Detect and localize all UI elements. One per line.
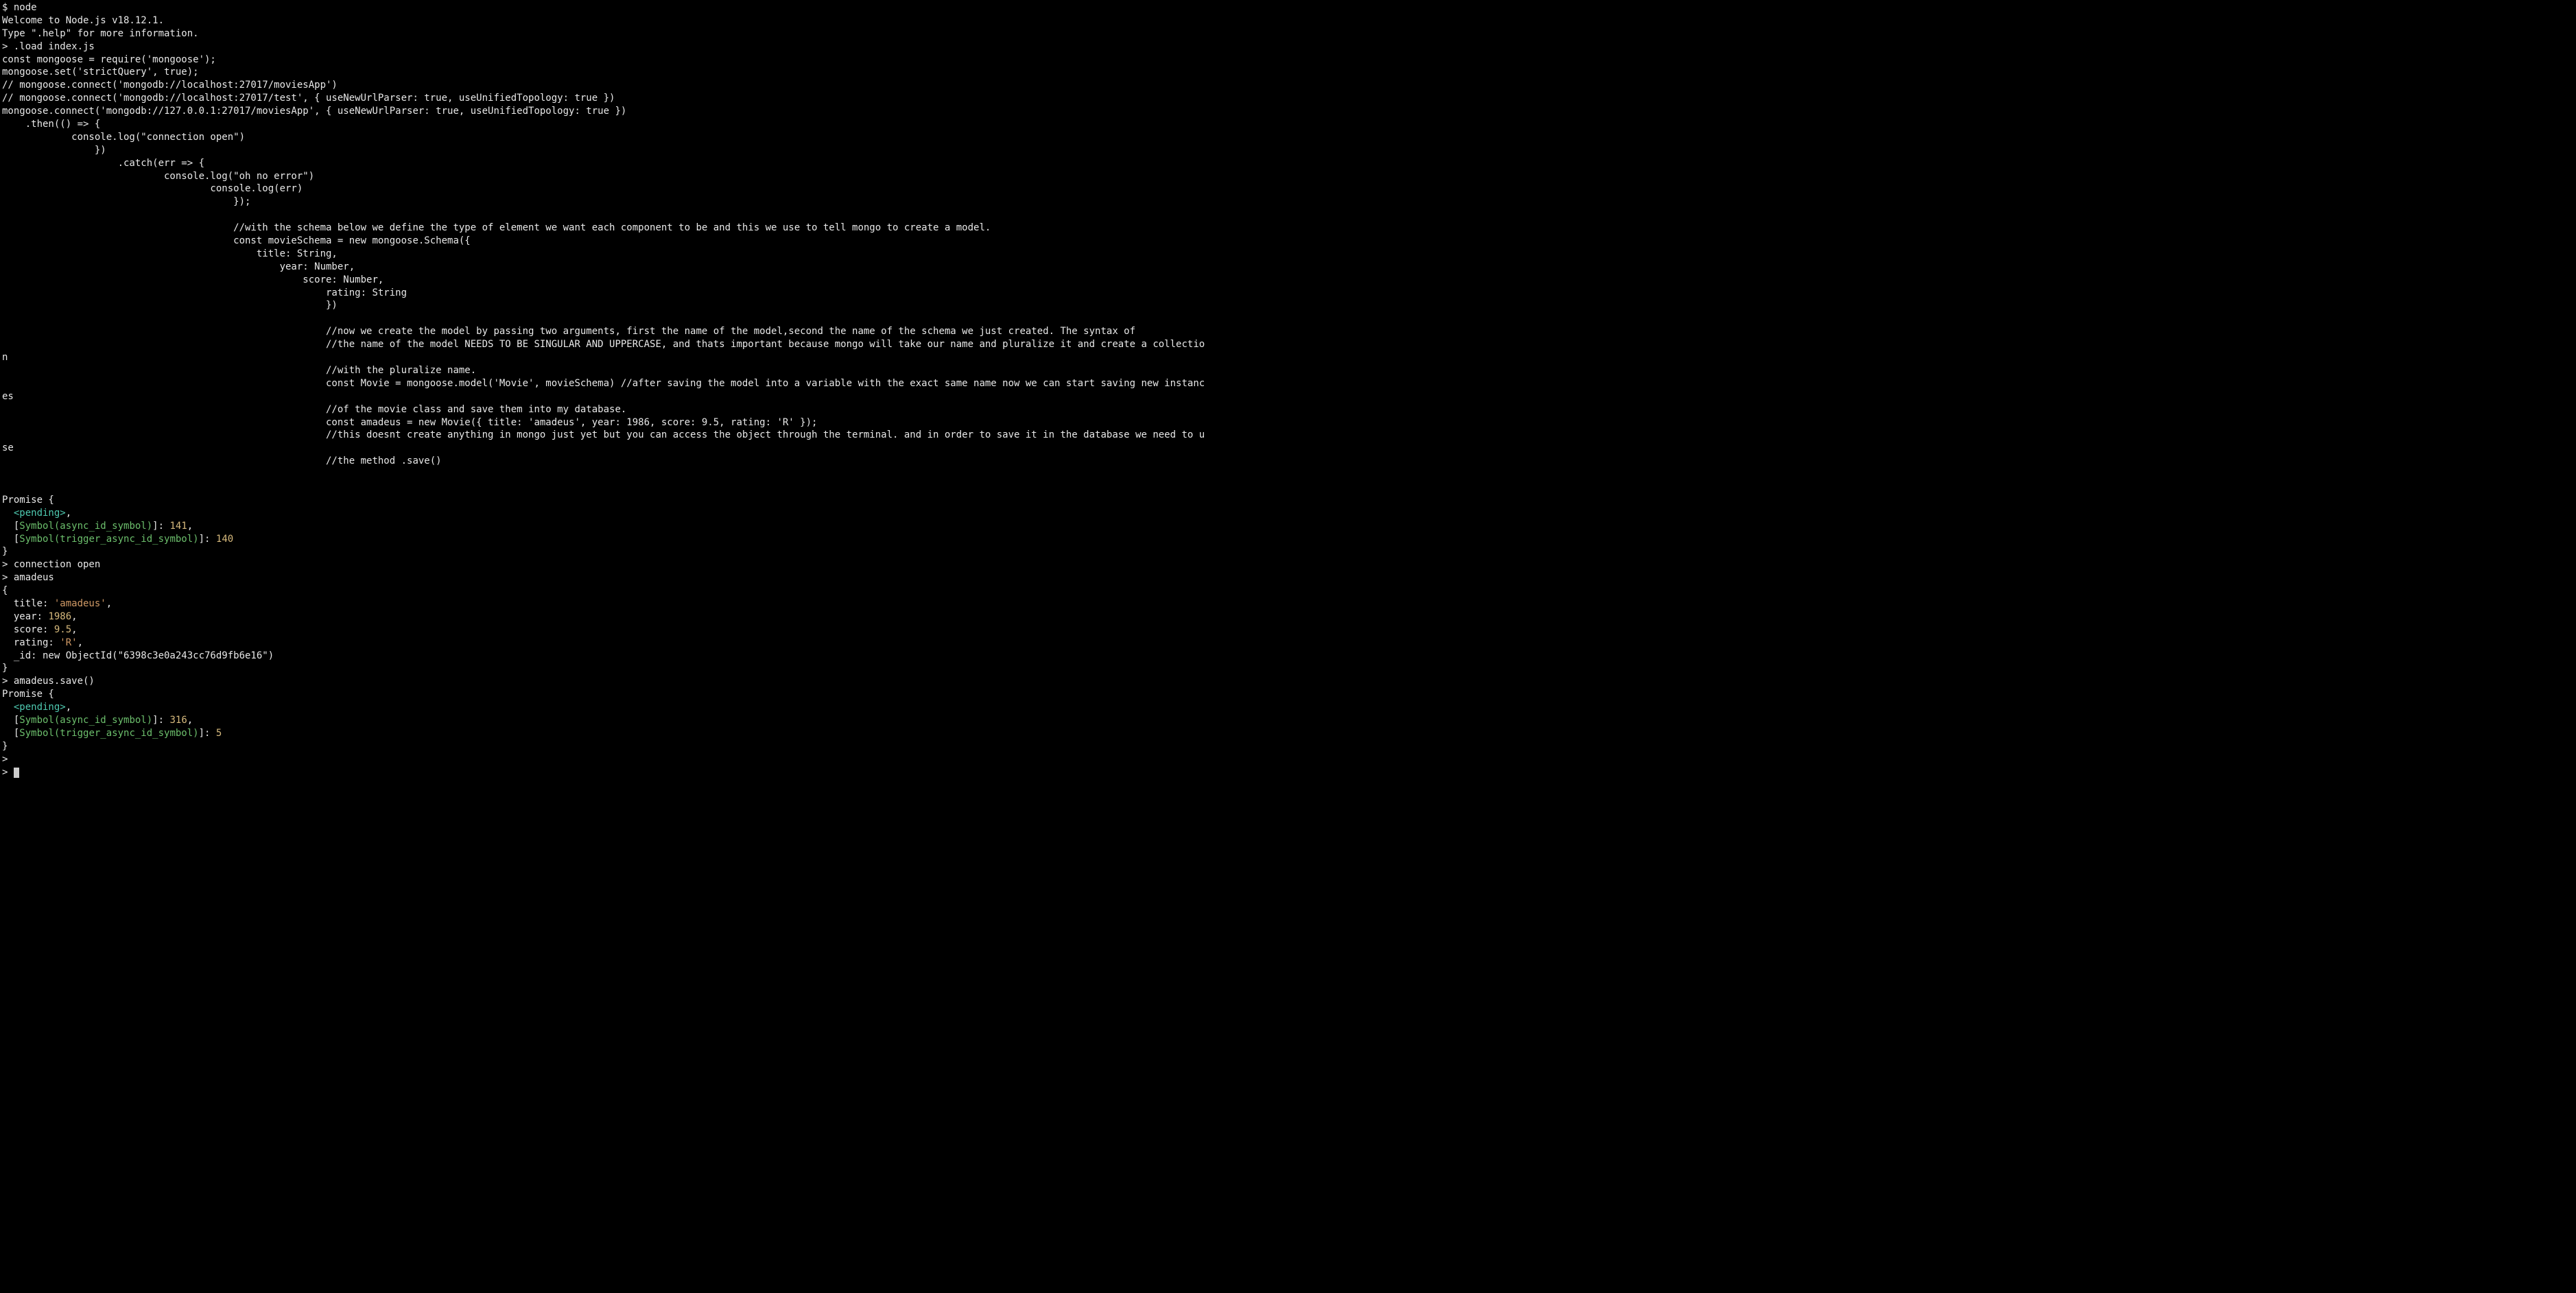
code-line: .catch(err => { (2, 158, 204, 169)
promise-pending: <pending> (2, 702, 66, 713)
promise-symbol-line: [Symbol(async_id_symbol)]: 316, (2, 715, 193, 726)
object-prop-line: _id: new ObjectId("6398c3e0a243cc76d9fb6… (2, 650, 274, 661)
string-value: 'amadeus' (54, 598, 106, 609)
repl-input: > amadeus (2, 572, 54, 583)
code-line: const mongoose = require('mongoose'); (2, 54, 216, 65)
code-line: //now we create the model by passing two… (2, 326, 1135, 337)
object-prop-line: rating: 'R', (2, 637, 83, 648)
prop-key: rating: (2, 637, 60, 648)
code-line: es (2, 391, 14, 402)
prop-key: title: (2, 598, 54, 609)
code-line: // mongoose.connect('mongodb://localhost… (2, 93, 615, 104)
shell-prompt-line: $ node (2, 2, 37, 13)
text: ]: (152, 521, 169, 532)
code-line: title: String, (2, 248, 338, 259)
code-line: const movieSchema = new mongoose.Schema(… (2, 235, 471, 246)
terminal[interactable]: $ node Welcome to Node.js v18.12.1. Type… (0, 0, 2576, 780)
code-line: //of the movie class and save them into … (2, 404, 626, 415)
number-value: 141 (169, 521, 187, 532)
object-prop-line: year: 1986, (2, 611, 78, 622)
number-value: 316 (169, 715, 187, 726)
code-line: console.log(err) (2, 183, 303, 194)
symbol-name: Symbol(trigger_async_id_symbol) (19, 728, 198, 739)
code-line: year: Number, (2, 261, 355, 272)
promise-header: Promise { (2, 495, 54, 506)
node-help-hint: Type ".help" for more information. (2, 28, 199, 39)
promise-pending: <pending> (2, 508, 66, 519)
code-line: console.log("oh no error") (2, 171, 314, 182)
node-welcome: Welcome to Node.js v18.12.1. (2, 15, 164, 26)
object-prop-line: score: 9.5, (2, 624, 78, 635)
code-line: }); (2, 196, 250, 207)
repl-input: > amadeus.save() (2, 676, 95, 687)
number-value: 9.5 (54, 624, 71, 635)
number-value: 140 (216, 534, 233, 545)
text: ]: (199, 534, 216, 545)
text: , (187, 715, 193, 726)
code-line: // mongoose.connect('mongodb://localhost… (2, 80, 338, 91)
code-line: mongoose.connect('mongodb://127.0.0.1:27… (2, 106, 626, 117)
code-line: const amadeus = new Movie({ title: 'amad… (2, 417, 817, 428)
promise-pending-line: <pending>, (2, 702, 71, 713)
text: , (66, 508, 71, 519)
code-line: //the name of the model NEEDS TO BE SING… (2, 339, 1205, 350)
code-line: //with the schema below we define the ty… (2, 222, 991, 233)
symbol-name: Symbol(trigger_async_id_symbol) (19, 534, 198, 545)
repl-load-command: > .load index.js (2, 41, 95, 52)
text: [ (2, 521, 19, 532)
text: , (187, 521, 193, 532)
promise-pending-line: <pending>, (2, 508, 71, 519)
repl-prompt-active[interactable]: > (2, 767, 19, 778)
code-line: mongoose.set('strictQuery', true); (2, 67, 199, 78)
prop-key: year: (2, 611, 48, 622)
symbol-name: Symbol(async_id_symbol) (19, 715, 152, 726)
text: [ (2, 534, 19, 545)
cursor-icon (14, 768, 19, 778)
text: ]: (199, 728, 216, 739)
promise-header: Promise { (2, 689, 54, 700)
promise-symbol-line: [Symbol(async_id_symbol)]: 141, (2, 521, 193, 532)
brace-open: { (2, 585, 8, 596)
code-line: }) (2, 300, 338, 311)
code-line: n (2, 352, 8, 363)
number-value: 5 (216, 728, 222, 739)
text: , (66, 702, 71, 713)
prompt-text: > (2, 767, 14, 778)
promise-symbol-line: [Symbol(trigger_async_id_symbol)]: 5 (2, 728, 222, 739)
prop-key: score: (2, 624, 54, 635)
string-value: 'R' (60, 637, 77, 648)
text: , (106, 598, 112, 609)
code-line: se (2, 442, 14, 453)
code-line: //this doesnt create anything in mongo j… (2, 429, 1205, 440)
code-line: //the method .save() (2, 455, 442, 466)
text: , (78, 637, 83, 648)
promise-symbol-line: [Symbol(trigger_async_id_symbol)]: 140 (2, 534, 233, 545)
code-line: //with the pluralize name. (2, 365, 476, 376)
brace-close: } (2, 663, 8, 674)
object-prop-line: title: 'amadeus', (2, 598, 112, 609)
code-line: score: Number, (2, 274, 383, 285)
brace-close: } (2, 741, 8, 752)
repl-output: > connection open (2, 559, 100, 570)
text: ]: (152, 715, 169, 726)
code-line: }) (2, 145, 106, 156)
text: , (71, 611, 77, 622)
text: [ (2, 728, 19, 739)
code-line: rating: String (2, 287, 407, 298)
code-line: const Movie = mongoose.model('Movie', mo… (2, 378, 1205, 389)
number-value: 1986 (48, 611, 71, 622)
text: [ (2, 715, 19, 726)
code-line: console.log("connection open") (2, 132, 245, 143)
symbol-name: Symbol(async_id_symbol) (19, 521, 152, 532)
repl-prompt: > (2, 754, 14, 765)
brace-close: } (2, 546, 8, 557)
code-line: .then(() => { (2, 119, 100, 130)
text: , (71, 624, 77, 635)
